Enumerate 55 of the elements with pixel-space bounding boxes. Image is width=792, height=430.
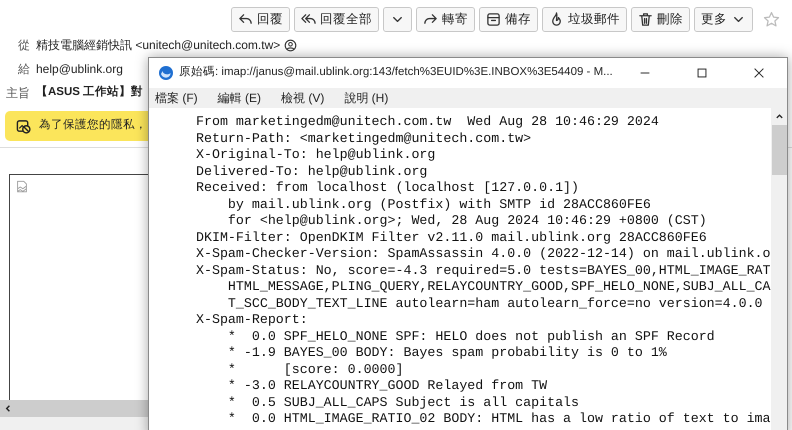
menu-item[interactable]: 說明 (H): [344, 89, 388, 107]
window-title: 原始碼: imap://janus@mail.ublink.org:143/fetch%3EUID%3E.INBOX%3E54409 - M...: [179, 64, 613, 80]
header-label: 給: [17, 61, 31, 78]
source-line: for <help@ublink.org>; Wed, 28 Aug 2024 10:46:29 +0800 (CST): [226, 213, 707, 230]
reply-all-icon: [301, 12, 316, 26]
source-line: X-Spam-Status: No, score=-4.3 required=5.0 tests=BAYES_00,HTML_IMAGE_RAT: [196, 262, 771, 279]
dropdown-button[interactable]: [383, 6, 412, 32]
flame-icon: [549, 12, 564, 26]
reply-icon: [238, 12, 253, 26]
subject-text: 【ASUS 工作站】對: [36, 84, 144, 100]
source-line: * 0.0 HTML_IMAGE_RATIO_02 BODY: HTML has a low ratio of text to ima: [226, 411, 771, 428]
source-line: * 0.5 SUBJ_ALL_CAPS Subject is all capitals: [226, 394, 580, 411]
source-line: DKIM-Filter: OpenDKIM Filter v2.11.0 mail.ublink.org 28ACC860FE6: [196, 230, 707, 246]
source-line: * -1.9 BAYES_00 BODY: Bayes spam probability is 0 to 1%: [226, 345, 667, 362]
toolbar-button[interactable]: 回覆: [231, 6, 290, 32]
toolbar-button[interactable]: 垃圾郵件: [542, 6, 627, 32]
source-line: by mail.ublink.org (Postfix) with SMTP id 28ACC860FE6: [226, 196, 651, 213]
toolbar-button[interactable]: 轉寄: [416, 6, 475, 32]
toolbar-button[interactable]: 刪除: [631, 6, 690, 32]
trash-icon: [638, 12, 653, 26]
app-icon: [158, 65, 174, 81]
menu-item[interactable]: 檢視 (V): [281, 89, 324, 107]
source-line: X-Spam-Checker-Version: SpamAssassin 4.0.0 (2022-12-14) on mail.ublink.o: [196, 246, 771, 262]
blocked-image-icon: [16, 118, 31, 134]
scrollbar-thumb[interactable]: [772, 125, 786, 175]
notice-text: 為了保護您的隱私，: [39, 118, 147, 134]
close-button[interactable]: [752, 66, 766, 80]
star-icon[interactable]: [763, 10, 780, 28]
source-line: HTML_MESSAGE,PLING_QUERY,RELAYCOUNTRY_GOOD,SPF_HELO_NONE,SUBJ_ALL_CA: [226, 279, 771, 296]
source-line: Delivered-To: help@ublink.org: [196, 164, 428, 180]
source-line: Received: from localhost (localhost [127.0.0.1]): [196, 180, 580, 196]
source-line: X-Spam-Report:: [196, 312, 308, 328]
source-line: Return-Path: <marketingedm@unitech.com.tw>: [196, 130, 532, 147]
contact-icon[interactable]: [284, 38, 298, 52]
header-label: 主旨: [5, 85, 31, 102]
source-line: * 0.0 SPF_HELO_NONE SPF: HELO does not publish an SPF Record: [226, 328, 715, 345]
menu-item[interactable]: 編輯 (E): [218, 89, 261, 107]
header-value: 精技電腦經銷快訊 <unitech@unitech.com.tw>: [36, 37, 280, 54]
forward-icon: [423, 12, 438, 26]
broken-image-icon: [15, 180, 29, 194]
source-line: From marketingedm@unitech.com.tw Wed Aug 28 10:46:29 2024: [196, 114, 659, 130]
scroll-left-icon[interactable]: [4, 404, 13, 413]
archive-icon: [486, 12, 501, 26]
header-label: 從: [17, 37, 31, 54]
menu-item[interactable]: 檔案 (F): [155, 89, 198, 107]
source-line: * [score: 0.0000]: [226, 362, 404, 378]
toolbar-button[interactable]: 備存: [479, 6, 538, 32]
source-line: * -3.0 RELAYCOUNTRY_GOOD Relayed from TW: [226, 378, 548, 394]
toolbar-button[interactable]: 更多: [694, 6, 753, 32]
source-line: T_SCC_BODY_TEXT_LINE autolearn=ham autolearn_force=no version=4.0.0: [226, 296, 763, 312]
header-value: help@ublink.org: [36, 61, 123, 78]
maximize-button[interactable]: [694, 66, 708, 80]
scroll-up-icon[interactable]: [774, 112, 784, 121]
source-line: X-Original-To: help@ublink.org: [196, 147, 436, 164]
toolbar-button[interactable]: 回覆全部: [294, 6, 379, 32]
